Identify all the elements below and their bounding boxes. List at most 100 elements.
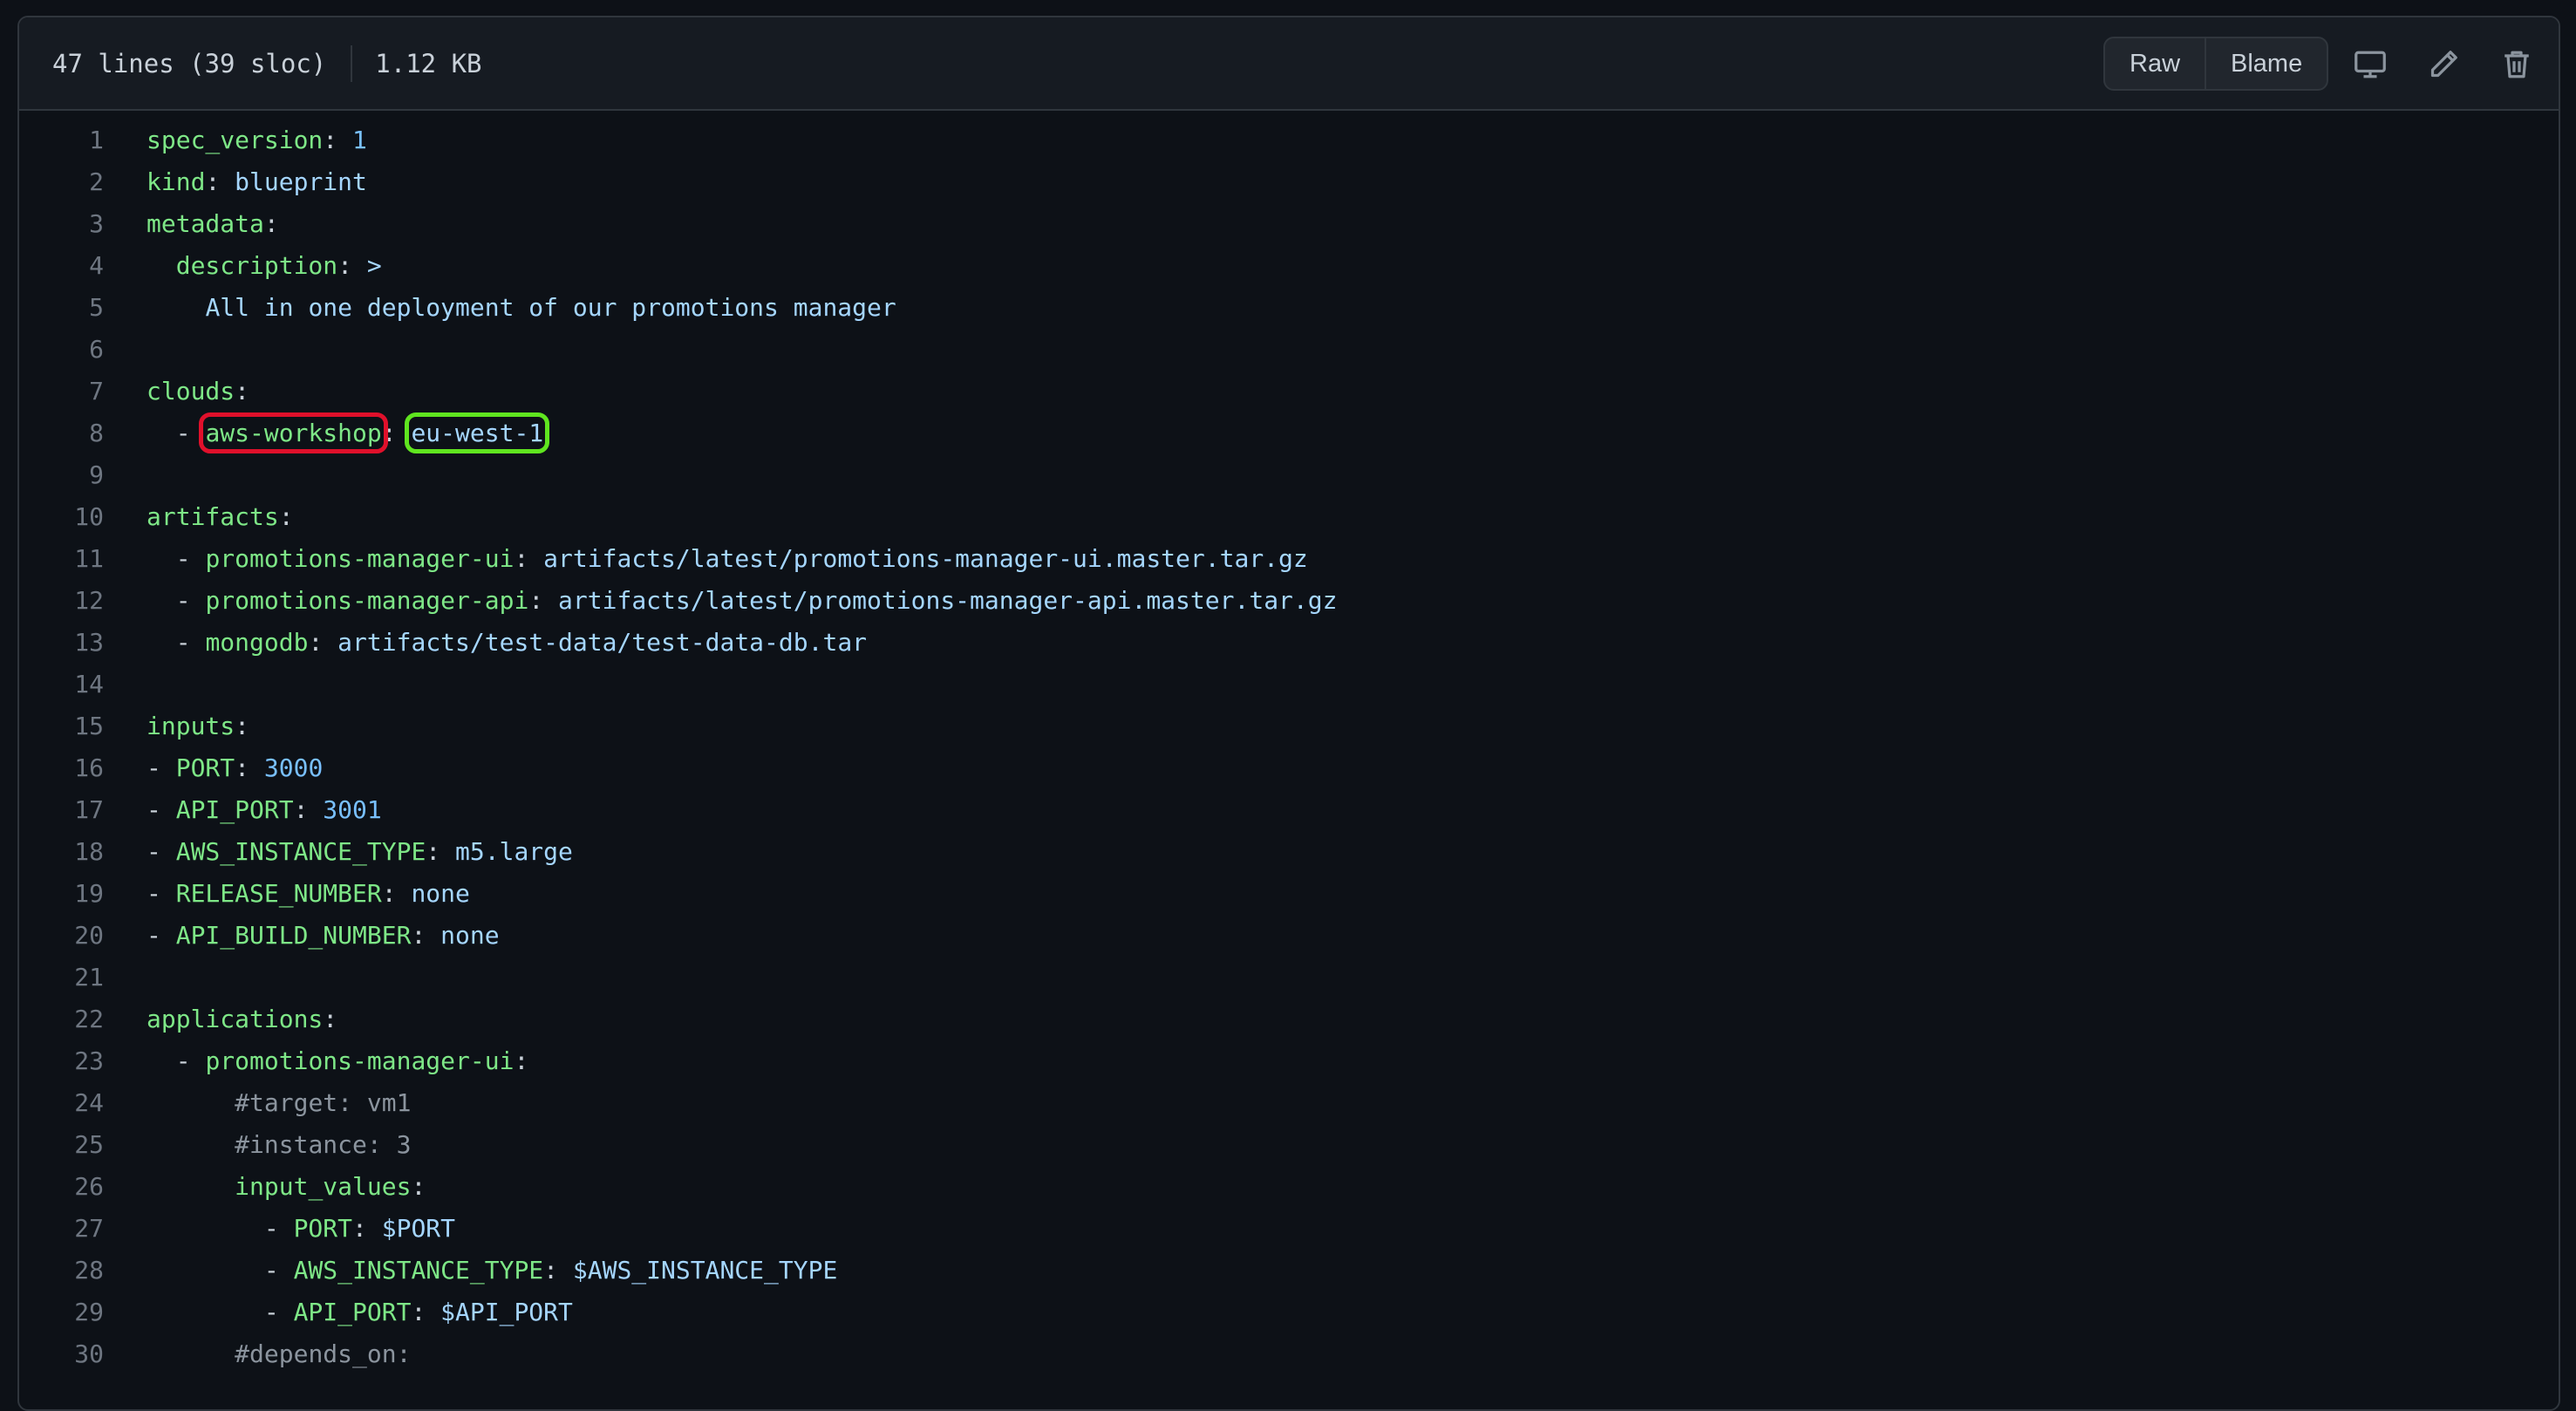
- file-info: 47 lines (39 sloc) 1.12 KB: [52, 17, 482, 109]
- code-line: 22 applications:: [19, 999, 2559, 1040]
- line-number[interactable]: 25: [19, 1124, 104, 1166]
- line-content: - aws-workshop: eu-west-1: [147, 412, 550, 454]
- yaml-key: description: [175, 251, 338, 280]
- line-number[interactable]: 27: [19, 1208, 104, 1250]
- yaml-separator: :: [235, 377, 250, 406]
- yaml-key: API_PORT: [175, 795, 294, 824]
- line-number[interactable]: 5: [19, 287, 104, 329]
- yaml-value: $API_PORT: [440, 1298, 573, 1326]
- line-number[interactable]: 10: [19, 496, 104, 538]
- line-number[interactable]: 21: [19, 957, 104, 999]
- line-number[interactable]: 26: [19, 1166, 104, 1208]
- line-number[interactable]: 29: [19, 1292, 104, 1333]
- line-number[interactable]: 12: [19, 580, 104, 622]
- yaml-key: API_BUILD_NUMBER: [175, 921, 412, 950]
- code-line: 10 artifacts:: [19, 496, 2559, 538]
- line-number[interactable]: 30: [19, 1333, 104, 1375]
- file-header: 47 lines (39 sloc) 1.12 KB Raw Blame: [19, 17, 2559, 111]
- line-number[interactable]: 17: [19, 789, 104, 831]
- line-number[interactable]: 20: [19, 915, 104, 957]
- yaml-key: API_PORT: [293, 1298, 412, 1326]
- line-content: - PORT: $PORT: [147, 1208, 455, 1250]
- yaml-separator: :: [514, 1046, 529, 1075]
- yaml-value: artifacts/latest/promotions-manager-ui.m…: [543, 544, 1308, 573]
- line-number[interactable]: 8: [19, 412, 104, 454]
- yaml-separator: :: [411, 1172, 426, 1201]
- line-content: - API_PORT: $API_PORT: [147, 1292, 573, 1333]
- code-line: 30 #depends_on:: [19, 1333, 2559, 1375]
- yaml-key: artifacts: [147, 502, 279, 531]
- yaml-separator: :: [411, 921, 441, 950]
- divider: [351, 44, 353, 82]
- yaml-separator: :: [293, 795, 324, 824]
- code-line: 21: [19, 957, 2559, 999]
- line-number[interactable]: 14: [19, 664, 104, 706]
- code-line: 29 - API_PORT: $API_PORT: [19, 1292, 2559, 1333]
- pencil-icon[interactable]: [2423, 44, 2464, 85]
- line-content: - API_BUILD_NUMBER: none: [147, 915, 500, 957]
- line-content: - promotions-manager-ui: artifacts/lates…: [147, 538, 1308, 580]
- yaml-value: 1: [352, 126, 367, 154]
- yaml-separator: :: [411, 1298, 441, 1326]
- line-content: kind: blueprint: [147, 161, 367, 203]
- line-number[interactable]: 13: [19, 622, 104, 664]
- line-number[interactable]: 7: [19, 371, 104, 412]
- yaml-value: All in one deployment of our promotions …: [205, 293, 896, 322]
- line-content: - mongodb: artifacts/test-data/test-data…: [147, 622, 867, 664]
- code-line: 28 - AWS_INSTANCE_TYPE: $AWS_INSTANCE_TY…: [19, 1250, 2559, 1292]
- yaml-separator: :: [381, 879, 412, 908]
- line-number[interactable]: 16: [19, 747, 104, 789]
- highlighted-key: aws-workshop: [199, 412, 388, 453]
- line-content: clouds:: [147, 371, 249, 412]
- code-line: 26 input_values:: [19, 1166, 2559, 1208]
- yaml-separator: :: [235, 753, 264, 782]
- blame-button[interactable]: Blame: [2205, 38, 2327, 89]
- yaml-key: PORT: [293, 1214, 353, 1243]
- yaml-separator: :: [278, 502, 294, 531]
- line-number[interactable]: 24: [19, 1082, 104, 1124]
- yaml-separator: :: [323, 126, 353, 154]
- desktop-icon[interactable]: [2349, 44, 2391, 85]
- indent: -: [147, 544, 206, 573]
- indent: -: [147, 753, 176, 782]
- line-number[interactable]: 15: [19, 706, 104, 747]
- file-viewer: 47 lines (39 sloc) 1.12 KB Raw Blame 1 s…: [17, 16, 2560, 1411]
- line-number[interactable]: 18: [19, 831, 104, 873]
- line-number[interactable]: 19: [19, 873, 104, 915]
- yaml-key: promotions-manager-ui: [205, 544, 515, 573]
- line-number[interactable]: 4: [19, 245, 104, 287]
- line-number[interactable]: 2: [19, 161, 104, 203]
- yaml-value: 3001: [323, 795, 382, 824]
- line-number[interactable]: 28: [19, 1250, 104, 1292]
- yaml-value: artifacts/test-data/test-data-db.tar: [337, 628, 868, 657]
- line-count: 47 lines (39 sloc): [52, 48, 327, 78]
- yaml-separator: :: [337, 251, 367, 280]
- line-content: #depends_on:: [147, 1333, 411, 1375]
- line-number[interactable]: 3: [19, 203, 104, 245]
- line-number[interactable]: 11: [19, 538, 104, 580]
- indent: -: [147, 586, 206, 615]
- yaml-separator: :: [352, 1214, 382, 1243]
- yaml-key: mongodb: [205, 628, 309, 657]
- line-number[interactable]: 9: [19, 454, 104, 496]
- line-number[interactable]: 23: [19, 1040, 104, 1082]
- code-line: 15 inputs:: [19, 706, 2559, 747]
- code-line: 11 - promotions-manager-ui: artifacts/la…: [19, 538, 2559, 580]
- indent: -: [147, 628, 206, 657]
- code-line: 17 - API_PORT: 3001: [19, 789, 2559, 831]
- file-size: 1.12 KB: [375, 48, 482, 78]
- raw-button[interactable]: Raw: [2105, 38, 2205, 89]
- yaml-key: RELEASE_NUMBER: [175, 879, 382, 908]
- yaml-separator: :: [528, 586, 559, 615]
- line-number[interactable]: 22: [19, 999, 104, 1040]
- line-number[interactable]: 6: [19, 329, 104, 371]
- yaml-comment: #target: vm1: [235, 1088, 412, 1117]
- yaml-value: none: [440, 921, 500, 950]
- highlighted-value: eu-west-1: [405, 412, 550, 453]
- trash-icon[interactable]: [2496, 44, 2538, 85]
- line-content: - promotions-manager-api: artifacts/late…: [147, 580, 1338, 622]
- yaml-value: 3000: [263, 753, 324, 782]
- indent: -: [147, 1298, 294, 1326]
- line-number[interactable]: 1: [19, 119, 104, 161]
